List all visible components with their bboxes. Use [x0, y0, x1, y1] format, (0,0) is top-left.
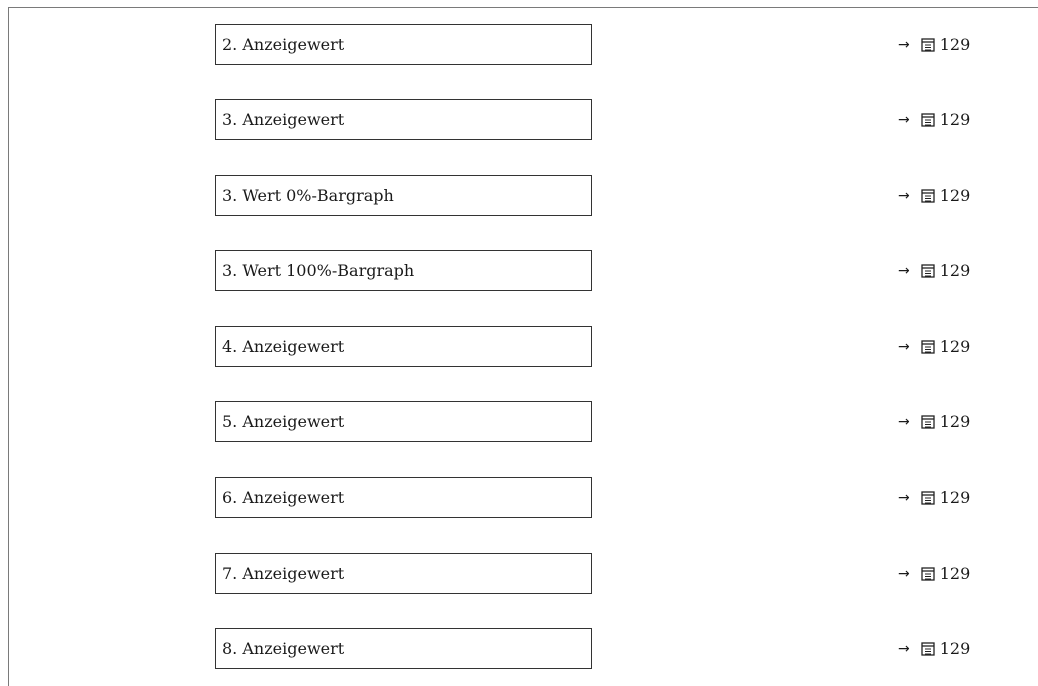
right-arrow-icon: → [898, 187, 910, 204]
page-reference[interactable]: → 129 [898, 477, 970, 518]
parameter-row: 6. Anzeigewert → 129 [0, 477, 1038, 521]
book-icon [921, 112, 935, 127]
page-number: 129 [939, 186, 971, 205]
parameter-name-box[interactable]: 7. Anzeigewert [215, 553, 592, 594]
parameter-name-box[interactable]: 3. Wert 0%-Bargraph [215, 175, 592, 216]
parameter-row: 3. Anzeigewert → 129 [0, 99, 1038, 143]
page-reference[interactable]: → 129 [898, 628, 970, 669]
book-icon [921, 566, 935, 581]
right-arrow-icon: → [898, 36, 910, 53]
right-arrow-icon: → [898, 640, 910, 657]
parameter-name-box[interactable]: 6. Anzeigewert [215, 477, 592, 518]
parameter-name-box[interactable]: 2. Anzeigewert [215, 24, 592, 65]
page-reference[interactable]: → 129 [898, 553, 970, 594]
parameter-list: 2. Anzeigewert → 129 3. Anzeigewert → 12… [0, 0, 1038, 686]
page-number: 129 [939, 110, 971, 129]
page-reference[interactable]: → 129 [898, 250, 970, 291]
parameter-name-box[interactable]: 3. Anzeigewert [215, 99, 592, 140]
right-arrow-icon: → [898, 489, 910, 506]
parameter-row: 4. Anzeigewert → 129 [0, 326, 1038, 370]
page-reference[interactable]: → 129 [898, 24, 970, 65]
parameter-row: 2. Anzeigewert → 129 [0, 24, 1038, 68]
page-reference[interactable]: → 129 [898, 401, 970, 442]
parameter-row: 5. Anzeigewert → 129 [0, 401, 1038, 445]
page-number: 129 [939, 337, 971, 356]
page-number: 129 [939, 412, 971, 431]
book-icon [921, 641, 935, 656]
right-arrow-icon: → [898, 111, 910, 128]
parameter-row: 8. Anzeigewert → 129 [0, 628, 1038, 672]
parameter-name-box[interactable]: 8. Anzeigewert [215, 628, 592, 669]
page-number: 129 [939, 35, 971, 54]
book-icon [921, 263, 935, 278]
right-arrow-icon: → [898, 413, 910, 430]
parameter-name-box[interactable]: 4. Anzeigewert [215, 326, 592, 367]
parameter-row: 3. Wert 100%-Bargraph → 129 [0, 250, 1038, 294]
page-number: 129 [939, 639, 971, 658]
parameter-row: 7. Anzeigewert → 129 [0, 553, 1038, 597]
book-icon [921, 414, 935, 429]
parameter-name-box[interactable]: 5. Anzeigewert [215, 401, 592, 442]
page-reference[interactable]: → 129 [898, 175, 970, 216]
right-arrow-icon: → [898, 262, 910, 279]
right-arrow-icon: → [898, 565, 910, 582]
book-icon [921, 490, 935, 505]
page-reference[interactable]: → 129 [898, 326, 970, 367]
book-icon [921, 37, 935, 52]
page-number: 129 [939, 261, 971, 280]
book-icon [921, 188, 935, 203]
right-arrow-icon: → [898, 338, 910, 355]
parameter-row: 3. Wert 0%-Bargraph → 129 [0, 175, 1038, 219]
book-icon [921, 339, 935, 354]
page-number: 129 [939, 564, 971, 583]
page-reference[interactable]: → 129 [898, 99, 970, 140]
parameter-name-box[interactable]: 3. Wert 100%-Bargraph [215, 250, 592, 291]
page-number: 129 [939, 488, 971, 507]
